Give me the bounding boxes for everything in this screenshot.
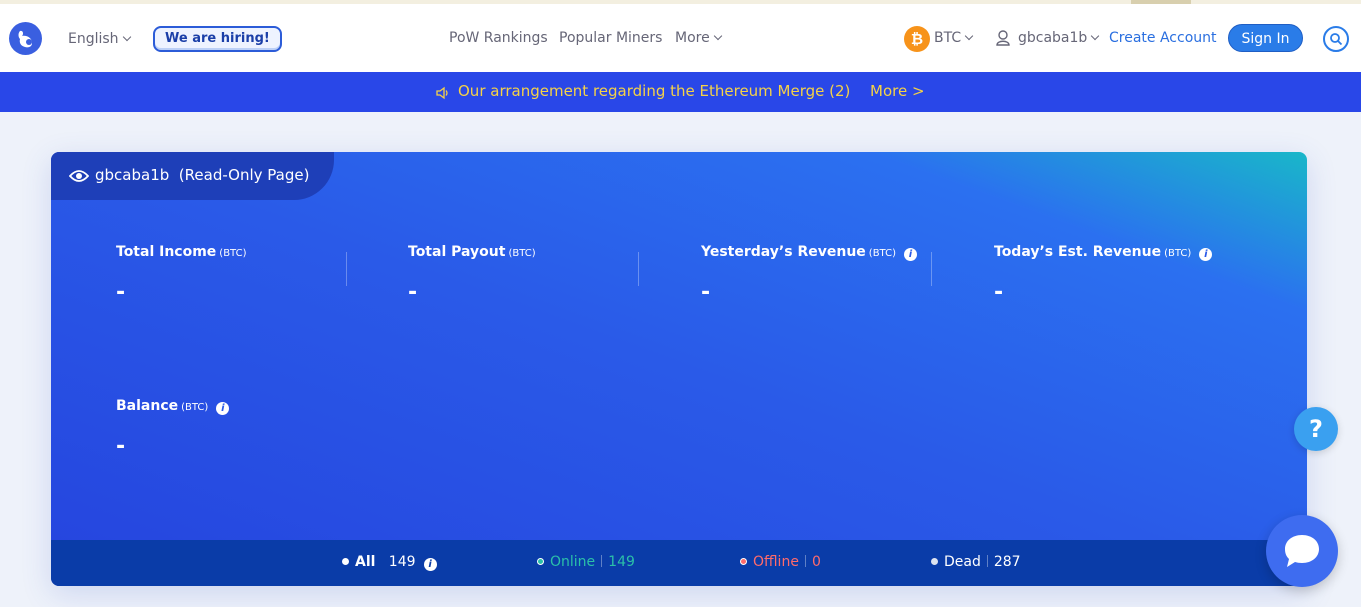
- stat-unit: (BTC): [219, 248, 247, 259]
- info-icon[interactable]: i: [903, 248, 917, 261]
- top-navbar: English We are hiring! PoW Rankings Popu…: [0, 4, 1361, 72]
- read-only-title: gbcaba1b (Read-Only Page): [95, 166, 310, 184]
- stat-today-est-revenue: Today’s Est. Revenue (BTC) i -: [994, 244, 1213, 305]
- divider: [346, 252, 347, 286]
- chevron-down-icon: [713, 31, 722, 41]
- search-icon: [1330, 33, 1343, 46]
- status-dot: [931, 558, 938, 565]
- site-logo[interactable]: [9, 22, 42, 55]
- announcement-link[interactable]: Our arrangement regarding the Ethereum M…: [458, 82, 850, 100]
- workers-offline[interactable]: Offline 0: [740, 554, 821, 570]
- nav-more[interactable]: More: [675, 30, 722, 46]
- workers-offline-count: 0: [811, 554, 821, 570]
- workers-online-count: 149: [608, 554, 635, 570]
- worker-status-bar: All 149 i Online 149 Offline 0 Dead 287: [51, 540, 1307, 586]
- user-menu[interactable]: gbcaba1b: [1018, 30, 1100, 46]
- coin-selector[interactable]: BTC: [934, 30, 974, 46]
- stat-value: -: [116, 280, 126, 305]
- chevron-down-icon: [1091, 31, 1100, 41]
- speaker-icon: [435, 85, 451, 104]
- chevron-down-icon: [122, 32, 131, 42]
- stat-label: Today’s Est. Revenue: [994, 244, 1162, 260]
- divider: [931, 252, 932, 286]
- workers-all-count: 149: [388, 554, 416, 570]
- info-icon[interactable]: i: [423, 558, 437, 571]
- info-icon[interactable]: i: [216, 402, 230, 415]
- stat-label: Total Payout: [408, 244, 506, 260]
- sign-in-button[interactable]: Sign In: [1228, 24, 1303, 52]
- create-account-link[interactable]: Create Account: [1109, 30, 1217, 46]
- status-dot: [342, 558, 349, 565]
- workers-all-label: All: [355, 554, 376, 570]
- separator: [804, 555, 806, 567]
- help-button[interactable]: ?: [1294, 407, 1338, 451]
- language-label: English: [68, 31, 119, 47]
- status-dot: [537, 558, 544, 565]
- workers-online[interactable]: Online 149: [537, 554, 635, 570]
- separator: [986, 555, 988, 567]
- stat-total-income: Total Income (BTC) -: [116, 244, 246, 305]
- chevron-down-icon: [964, 31, 974, 41]
- stat-label: Total Income: [116, 244, 217, 260]
- announcement-banner: Our arrangement regarding the Ethereum M…: [0, 72, 1361, 112]
- read-only-tab: gbcaba1b (Read-Only Page): [51, 152, 334, 200]
- user-icon: [995, 29, 1011, 50]
- nav-popular-miners[interactable]: Popular Miners: [559, 30, 662, 46]
- workers-dead[interactable]: Dead 287: [931, 554, 1021, 570]
- announcement-more-link[interactable]: More >: [870, 82, 925, 100]
- bitcoin-icon[interactable]: ₿: [904, 26, 930, 52]
- nav-pow-rankings[interactable]: PoW Rankings: [449, 30, 548, 46]
- nav-more-label: More: [675, 30, 710, 46]
- stat-value: -: [994, 280, 1004, 305]
- stat-yesterday-revenue: Yesterday’s Revenue (BTC) i -: [701, 244, 917, 305]
- separator: [601, 555, 603, 567]
- stat-total-payout: Total Payout (BTC) -: [408, 244, 536, 305]
- stat-unit: (BTC): [508, 248, 536, 259]
- stat-unit: (BTC): [181, 402, 209, 413]
- language-selector[interactable]: English: [68, 31, 131, 47]
- earnings-card: gbcaba1b (Read-Only Page) Total Income (B…: [51, 152, 1307, 586]
- stat-unit: (BTC): [1164, 248, 1192, 259]
- workers-online-label: Online: [550, 554, 596, 570]
- workers-dead-label: Dead: [944, 554, 981, 570]
- workers-dead-count: 287: [993, 554, 1021, 570]
- eye-icon: [68, 168, 90, 187]
- username-label: gbcaba1b: [1018, 30, 1088, 46]
- workers-all[interactable]: All 149 i: [342, 554, 437, 571]
- stat-value: -: [116, 434, 126, 459]
- chat-button[interactable]: [1266, 515, 1338, 587]
- stat-value: -: [701, 280, 711, 305]
- status-dot: [740, 558, 747, 565]
- divider: [638, 252, 639, 286]
- stat-value: -: [408, 280, 418, 305]
- stat-unit: (BTC): [868, 248, 896, 259]
- chat-bubble-icon: [1285, 535, 1319, 567]
- workers-offline-label: Offline: [753, 554, 799, 570]
- stat-label: Balance: [116, 398, 179, 414]
- info-icon[interactable]: i: [1199, 248, 1213, 261]
- hiring-badge[interactable]: We are hiring!: [153, 26, 282, 52]
- stat-label: Yesterday’s Revenue: [701, 244, 866, 260]
- stat-balance: Balance (BTC) i -: [116, 398, 230, 459]
- search-button[interactable]: [1323, 26, 1349, 52]
- coin-label: BTC: [934, 30, 962, 46]
